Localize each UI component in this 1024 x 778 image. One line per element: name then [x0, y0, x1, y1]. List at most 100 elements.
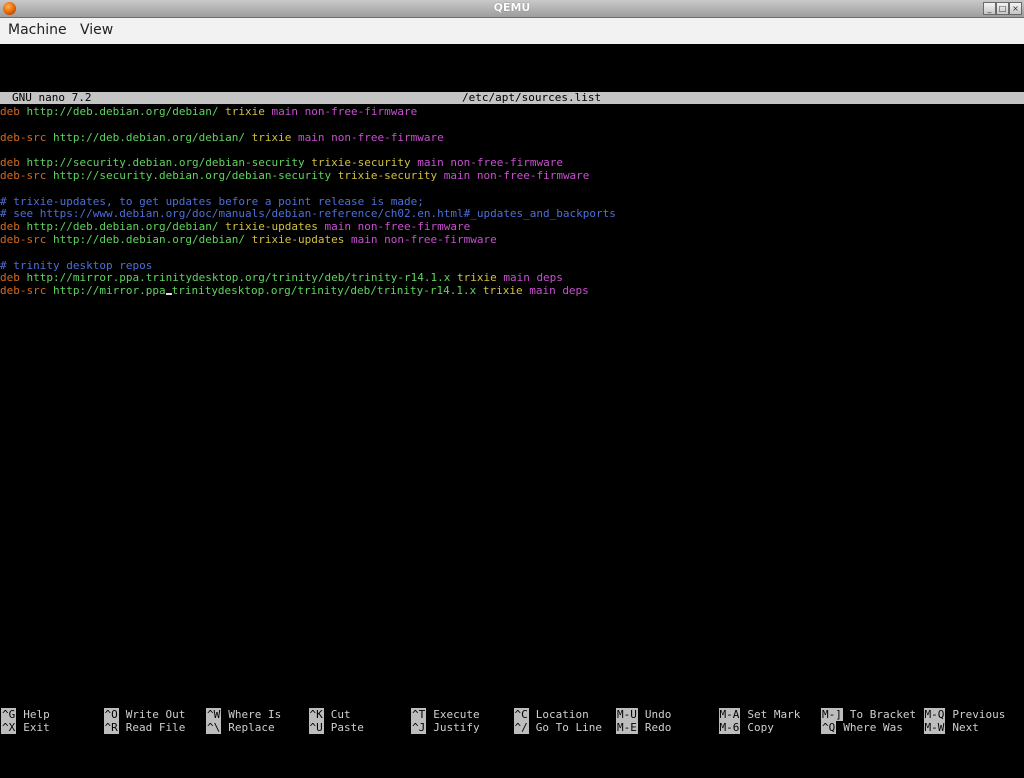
line-token: main non-free-firmware — [317, 220, 471, 234]
line-token: http://deb.debian.org/debian/ — [19, 220, 219, 234]
shortcut-key: M-A — [718, 708, 741, 721]
nano-version: GNU nano 7.2 — [12, 91, 92, 104]
shortcut-label: Paste — [330, 721, 364, 734]
line-token: http://mirror.ppa — [46, 284, 166, 298]
shortcut-key: ^J — [411, 721, 427, 734]
shortcut-key: ^Q — [821, 721, 837, 734]
line-token: trixie-updates — [218, 220, 318, 234]
shortcut-label: Previous — [952, 708, 1006, 721]
shortcut-item[interactable]: M-E Redo — [616, 721, 671, 734]
shortcut-key: ^W — [206, 708, 222, 721]
shortcut-key: ^X — [1, 721, 17, 734]
nano-filename: /etc/apt/sources.list — [462, 91, 602, 104]
shortcut-label: Undo — [644, 708, 672, 721]
line-token: # trinity desktop repos — [0, 258, 153, 272]
line-token: # see https://www.debian.org/doc/manuals… — [0, 207, 616, 221]
shortcut-key: ^R — [103, 721, 119, 734]
shortcut-item[interactable]: ^\ Replace — [206, 721, 275, 734]
line-token: main deps — [522, 284, 589, 298]
line-token: # trixie-updates, to get updates before … — [0, 194, 424, 208]
line-token: http://deb.debian.org/debian/ — [46, 233, 246, 246]
shortcut-label: Replace — [228, 721, 275, 734]
line-token: deb-src — [0, 284, 47, 298]
shortcut-item[interactable]: ^T Execute — [411, 708, 480, 721]
line-token: trixie-security — [304, 156, 411, 170]
line-token: http://deb.debian.org/debian/ — [19, 105, 219, 118]
shortcut-item[interactable]: ^G Help — [1, 708, 50, 721]
editor-line[interactable]: # trixie-updates, to get updates before … — [0, 195, 424, 208]
shortcut-key: ^/ — [513, 721, 529, 734]
shortcut-key: ^G — [1, 708, 17, 721]
menu-view[interactable]: View — [80, 22, 113, 38]
editor-line[interactable]: # see https://www.debian.org/doc/manuals… — [0, 207, 616, 220]
shortcut-item[interactable]: ^C Location — [513, 708, 589, 721]
line-token: main deps — [496, 271, 563, 285]
editor-line[interactable]: deb http://security.debian.org/debian-se… — [0, 156, 563, 169]
editor-line[interactable]: deb-src http://mirror.ppa trinitydesktop.… — [0, 284, 589, 297]
line-token: trinitydesktop.org/trinity/deb/trinity-r… — [171, 284, 477, 298]
shortcut-label: Where Is — [228, 708, 282, 721]
line-token: deb-src — [0, 169, 47, 182]
line-token: trixie-security — [331, 169, 438, 182]
editor-line[interactable]: deb-src http://deb.debian.org/debian/ tr… — [0, 233, 497, 246]
editor-line[interactable]: deb http://mirror.ppa.trinitydesktop.org… — [0, 271, 563, 284]
shortcut-key: M-U — [616, 708, 638, 721]
line-token: http://mirror.ppa.trinitydesktop.org/tri… — [19, 271, 451, 285]
shortcut-item[interactable]: M-U Undo — [616, 708, 671, 721]
shortcut-item[interactable]: ^Q Where Was — [821, 721, 903, 734]
shortcut-item[interactable]: ^X Exit — [1, 721, 50, 734]
maximize-button[interactable]: □ — [996, 2, 1009, 15]
shortcut-key: ^C — [513, 708, 529, 721]
line-token: trixie — [218, 105, 265, 118]
line-token: http://security.debian.org/debian-securi… — [19, 156, 305, 170]
shortcut-item[interactable]: M-A Set Mark — [718, 708, 800, 721]
shortcut-key: ^K — [308, 708, 324, 721]
window-title: QEMU — [493, 1, 531, 14]
shortcut-label: To Bracket — [849, 708, 917, 721]
shortcut-key: ^T — [411, 708, 427, 721]
line-token: deb-src — [0, 130, 47, 144]
shortcut-item[interactable]: ^U Paste — [308, 721, 364, 734]
shortcut-item[interactable]: M-6 Copy — [718, 721, 774, 734]
line-token: trixie — [245, 130, 292, 144]
close-button[interactable]: × — [1009, 2, 1022, 15]
shortcut-label: Next — [952, 721, 979, 734]
nano-title-bar: GNU nano 7.2 /etc/apt/sources.list — [0, 92, 1024, 104]
line-token: main non-free-firmware — [410, 156, 563, 170]
shortcut-item[interactable]: ^W Where Is — [206, 708, 281, 721]
window-titlebar[interactable]: QEMU _ □ × — [0, 0, 1024, 18]
shortcut-label: Go To Line — [535, 721, 602, 734]
shortcut-item[interactable]: ^J Justify — [411, 721, 480, 734]
editor-line[interactable]: deb http://deb.debian.org/debian/ trixie… — [0, 105, 417, 118]
line-token: http://deb.debian.org/debian/ — [46, 130, 246, 144]
editor-line[interactable]: # trinity desktop repos — [0, 259, 152, 272]
shortcut-item[interactable]: ^K Cut — [308, 708, 351, 721]
line-token: deb — [0, 105, 20, 118]
shortcut-item[interactable]: M-Q Previous — [923, 708, 1006, 721]
line-token: deb-src — [0, 233, 47, 246]
shortcut-key: M-Q — [923, 708, 946, 721]
line-token: deb — [0, 220, 20, 234]
menu-machine[interactable]: Machine — [8, 22, 67, 38]
editor-line[interactable]: deb http://deb.debian.org/debian/ trixie… — [0, 220, 470, 233]
shortcut-key: ^U — [308, 721, 324, 734]
shortcut-item[interactable]: ^R Read File — [103, 721, 186, 734]
editor-line[interactable]: deb-src http://deb.debian.org/debian/ tr… — [0, 131, 444, 144]
shortcut-item[interactable]: ^O Write Out — [103, 708, 185, 721]
shortcut-label: Execute — [433, 708, 480, 721]
shortcut-key: M-6 — [718, 721, 741, 734]
line-token: trixie — [450, 271, 497, 285]
shortcut-key: M-E — [616, 721, 638, 734]
shortcut-item[interactable]: M-] To Bracket — [821, 708, 916, 721]
minimize-button[interactable]: _ — [983, 2, 996, 15]
terminal-screen[interactable]: GNU nano 7.2 /etc/apt/sources.list deb h… — [0, 44, 1024, 778]
shortcut-label: Exit — [23, 721, 50, 734]
shortcut-label: Read File — [125, 721, 186, 734]
editor-line[interactable]: deb-src http://security.debian.org/debia… — [0, 169, 589, 182]
shortcut-key: M-] — [821, 708, 843, 721]
shortcut-label: Where Was — [843, 721, 903, 734]
line-token: http://security.debian.org/debian-securi… — [46, 169, 332, 182]
shortcut-item[interactable]: ^/ Go To Line — [513, 721, 602, 734]
shortcut-label: Copy — [747, 721, 774, 734]
shortcut-item[interactable]: M-W Next — [923, 721, 979, 734]
